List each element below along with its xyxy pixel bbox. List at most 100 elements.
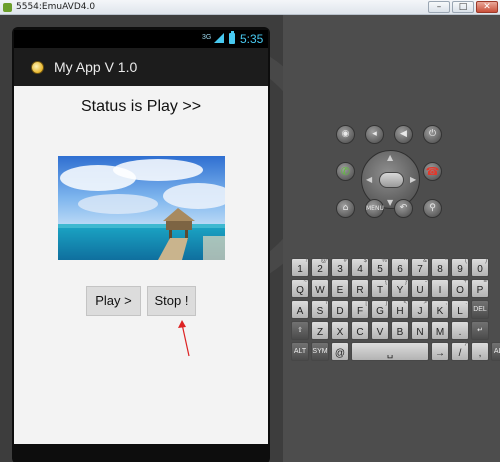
key-label: Z [316, 327, 324, 338]
key-row5-3[interactable]: ␣ [351, 342, 429, 361]
search-icon[interactable]: ⚲ [423, 199, 442, 218]
key-label: N [416, 327, 424, 338]
key-label: K [436, 306, 444, 317]
clock: 5:35 [240, 32, 264, 46]
dpad-right-icon[interactable]: ▶ [410, 175, 416, 184]
key-sublabel: * [444, 258, 447, 264]
action-bar: My App V 1.0 [14, 48, 268, 86]
key-sublabel: < [403, 300, 407, 306]
key-row1-1[interactable]: 2 @ [311, 258, 329, 277]
key-label: V [376, 327, 384, 338]
key-row4-4[interactable]: V [371, 321, 389, 340]
window-titlebar: 5554:EmuAVD4.0 – □ ✕ [0, 0, 500, 15]
key-row3-7[interactable]: K; [431, 300, 449, 319]
volume-up-icon[interactable]: ◀ [394, 125, 413, 144]
key-row4-9[interactable]: ↵ [471, 321, 489, 340]
key-row1-0[interactable]: 1! [291, 258, 309, 277]
key-label: J [417, 306, 423, 317]
key-sublabel: % [381, 258, 387, 264]
key-row5-2[interactable]: @ [331, 342, 349, 361]
key-label: I [438, 285, 442, 296]
key-row4-5[interactable]: B [391, 321, 409, 340]
key-row2-3[interactable]: R [351, 279, 369, 298]
key-sublabel: $ [363, 258, 367, 264]
key-row2-5[interactable]: Y} [391, 279, 409, 298]
stop-button[interactable]: Stop ! [147, 286, 196, 316]
key-row4-8[interactable]: . [451, 321, 469, 340]
key-row2-7[interactable]: I [431, 279, 449, 298]
key-row2-0[interactable]: Q ~ [291, 279, 309, 298]
dpad-center-button[interactable] [379, 172, 404, 188]
key-row1-2[interactable]: 3 # [331, 258, 349, 277]
key-row4-2[interactable]: X [331, 321, 349, 340]
key-row3-6[interactable]: J > [411, 300, 429, 319]
key-row3-4[interactable]: G] [371, 300, 389, 319]
key-sublabel: ] [385, 300, 387, 306]
key-row1-7[interactable]: 8 * [431, 258, 449, 277]
play-button[interactable]: Play > [86, 286, 141, 316]
key-label: D [336, 306, 344, 317]
key-row5-0[interactable]: ALT [291, 342, 309, 361]
key-row5-5[interactable]: /? [451, 342, 469, 361]
key-row2-8[interactable]: O + [451, 279, 469, 298]
key-row3-0[interactable]: A [291, 300, 309, 319]
key-label: T [376, 285, 384, 296]
key-row2-4[interactable]: T{ [371, 279, 389, 298]
key-row3-9[interactable]: DEL [471, 300, 489, 319]
key-row1-8[interactable]: 9( [451, 258, 469, 277]
key-row5-6[interactable]: , [471, 342, 489, 361]
minimize-button[interactable]: – [428, 1, 450, 13]
key-sublabel: ; [445, 300, 447, 306]
back-icon[interactable]: ↶ [394, 199, 413, 218]
camera-icon[interactable]: ◉ [336, 125, 355, 144]
key-label: ALT [493, 348, 500, 355]
key-row3-8[interactable]: L: [451, 300, 469, 319]
key-sublabel: ( [465, 258, 467, 264]
key-row4-3[interactable]: C [351, 321, 369, 340]
key-row1-5[interactable]: 6 ^ [391, 258, 409, 277]
emulator-controls: ◉ ◂ ◀ ⏻ ✆ ▲ ▼ ◀ ▶ ☎ ⌂ MENU ↶ ⚲ 1! 2 @3 #4 $5… [283, 15, 500, 462]
key-label: X [336, 327, 344, 338]
network-type: 3G [202, 34, 212, 41]
key-row5-4[interactable]: → [431, 342, 449, 361]
key-row1-9[interactable]: 0) [471, 258, 489, 277]
power-icon[interactable]: ⏻ [423, 125, 442, 144]
key-row4-7[interactable]: M [431, 321, 449, 340]
key-row3-1[interactable]: S \ [311, 300, 329, 319]
key-row3-3[interactable]: F[ [351, 300, 369, 319]
volume-down-icon[interactable]: ◂ [365, 125, 384, 144]
key-label: C [356, 327, 364, 338]
menu-button[interactable]: MENU [365, 199, 384, 218]
call-icon[interactable]: ✆ [336, 162, 355, 181]
key-row3-2[interactable]: D [331, 300, 349, 319]
key-sublabel: ? [463, 342, 467, 348]
key-row1-6[interactable]: 7 & [411, 258, 429, 277]
key-row5-7[interactable]: ALT [491, 342, 500, 361]
key-row4-0[interactable]: ⇧ [291, 321, 309, 340]
key-row3-5[interactable]: H < [391, 300, 409, 319]
dpad-down-icon[interactable]: ▼ [387, 198, 393, 207]
key-label: ␣ [386, 348, 394, 359]
key-sublabel: @ [320, 258, 327, 264]
key-row1-4[interactable]: 5% [371, 258, 389, 277]
dpad-up-icon[interactable]: ▲ [387, 153, 393, 162]
key-sublabel: = [483, 279, 487, 285]
maximize-button[interactable]: □ [452, 1, 474, 13]
key-row2-9[interactable]: P = [471, 279, 489, 298]
home-icon[interactable]: ⌂ [336, 199, 355, 218]
key-row4-6[interactable]: N [411, 321, 429, 340]
key-row1-3[interactable]: 4 $ [351, 258, 369, 277]
close-button[interactable]: ✕ [476, 1, 498, 13]
key-row2-1[interactable]: W " [311, 279, 329, 298]
key-sublabel: [ [365, 300, 367, 306]
dpad-left-icon[interactable]: ◀ [366, 175, 372, 184]
end-call-icon[interactable]: ☎ [423, 162, 442, 181]
key-label: 1 [297, 264, 303, 275]
key-row2-2[interactable]: E [331, 279, 349, 298]
key-row4-1[interactable]: Z [311, 321, 329, 340]
key-row2-6[interactable]: U- [411, 279, 429, 298]
key-label: , [478, 348, 482, 359]
key-label: @ [334, 348, 346, 359]
key-label: 9 [457, 264, 463, 275]
key-row5-1[interactable]: SYM [311, 342, 329, 361]
